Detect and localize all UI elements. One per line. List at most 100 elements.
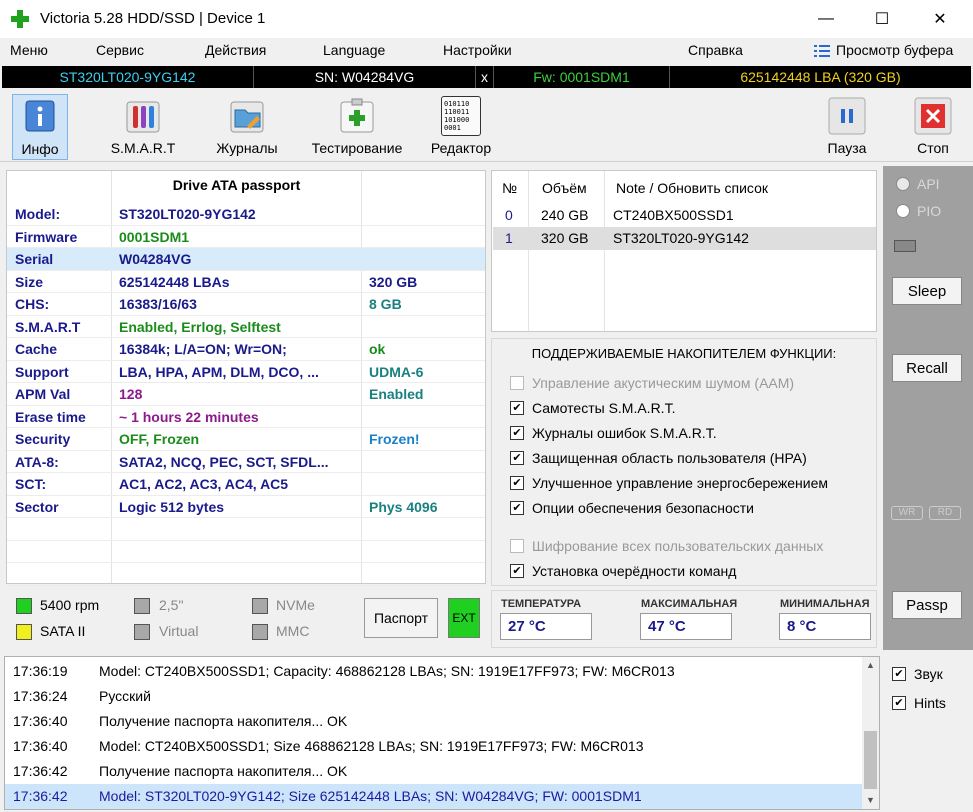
feature-item[interactable]: ✔ Журналы ошибок S.M.A.R.T. <box>510 425 717 441</box>
log-row[interactable]: 17:36:19 Model: CT240BX500SSD1; Capacity:… <box>5 659 863 684</box>
passport-row: Support LBA, HPA, APM, DLM, DCO, ... UDMA-… <box>7 361 485 383</box>
passport-row: APM Val 128 Enabled <box>7 383 485 406</box>
feature-item[interactable]: ✔ Защищенная область пользователя (HPA) <box>510 450 807 466</box>
col-divider <box>604 171 605 331</box>
passport-key: Model: <box>15 206 61 222</box>
menu-buffer-view[interactable]: Просмотр буфера <box>836 42 953 58</box>
drive-row[interactable]: 0 240 GB CT240BX500SSD1 <box>493 204 876 227</box>
editor-button[interactable]: 010110 110011 101000 0001 Редактор <box>418 94 504 160</box>
window-title: Victoria 5.28 HDD/SSD | Device 1 <box>40 10 266 27</box>
feature-label: Шифрование всех пользовательских данных <box>532 538 824 554</box>
sound-option[interactable]: ✔ Звук <box>892 666 943 682</box>
right-control-panel: API PIO Sleep Recall WR RD Passp <box>883 166 973 650</box>
rd-indicator: RD <box>929 506 961 520</box>
minimize-button[interactable]: — <box>800 0 852 38</box>
drive-note: CT240BX500SSD1 <box>613 207 734 223</box>
feature-item[interactable]: ✔ Установка очерёдности команд <box>510 563 736 579</box>
strip-serial: SN: W04284VG <box>254 66 476 88</box>
feature-label: Улучшенное управление энергосбережением <box>532 475 829 491</box>
feature-checkbox[interactable]: ✔ <box>510 564 524 578</box>
log-time: 17:36:24 <box>13 688 68 704</box>
feature-label: Защищенная область пользователя (HPA) <box>532 450 807 466</box>
event-log[interactable]: 17:36:19 Model: CT240BX500SSD1; Capacity:… <box>4 656 880 810</box>
hints-option[interactable]: ✔ Hints <box>892 695 946 711</box>
passport-key: Firmware <box>15 228 78 245</box>
maximize-button[interactable]: ☐ <box>856 0 908 38</box>
log-message: Model: ST320LT020-9YG142; Size 625142448… <box>99 788 642 804</box>
smart-label: S.M.A.R.T <box>110 140 176 156</box>
logs-button[interactable]: Журналы <box>204 94 290 160</box>
stop-button[interactable]: Стоп <box>890 94 973 160</box>
passport-value: 0001SDM1 <box>119 228 190 245</box>
passport-key: ATA-8: <box>15 453 59 470</box>
pause-button[interactable]: Пауза <box>804 94 890 160</box>
menu-actions[interactable]: Действия <box>205 42 266 58</box>
testing-button[interactable]: Тестирование <box>306 94 408 160</box>
editor-label: Редактор <box>430 140 492 156</box>
menu-help[interactable]: Справка <box>688 42 743 58</box>
info-label: Инфо <box>21 141 59 157</box>
feature-checkbox[interactable]: ✔ <box>510 451 524 465</box>
status-panel: 5400 rpm SATA II 2,5" Virtual NVMe MMC П… <box>6 588 486 648</box>
feature-item[interactable]: Управление акустическим шумом (AAM) <box>510 375 794 391</box>
menu-main[interactable]: Меню <box>10 42 48 58</box>
menu-settings[interactable]: Настройки <box>443 42 512 58</box>
menu-service[interactable]: Сервис <box>96 42 144 58</box>
feature-checkbox[interactable]: ✔ <box>510 401 524 415</box>
feature-checkbox[interactable]: ✔ <box>510 501 524 515</box>
strip-close-x[interactable]: x <box>476 66 494 88</box>
passport-button[interactable]: Паспорт <box>364 598 438 638</box>
passport-row: Size 625142448 LBAs 320 GB <box>7 271 485 293</box>
passp-button[interactable]: Passp <box>892 591 962 619</box>
log-row[interactable]: 17:36:42 Получение паспорта накопителя...… <box>5 759 863 784</box>
passport-row: Firmware 0001SDM1 <box>7 226 485 248</box>
sound-label: Звук <box>914 666 943 682</box>
formfactor-label: 2,5" <box>159 597 184 613</box>
log-row[interactable]: 17:36:24 Русский <box>5 684 863 709</box>
api-radio[interactable] <box>896 177 910 191</box>
drive-row-selected[interactable]: 1 320 GB ST320LT020-9YG142 <box>493 227 876 250</box>
col-note[interactable]: Note / Обновить список <box>616 180 768 196</box>
info-button[interactable]: Инфо <box>12 94 68 160</box>
rpm-label: 5400 rpm <box>40 597 100 613</box>
scroll-thumb[interactable] <box>864 731 877 789</box>
scroll-down-arrow-icon[interactable]: ▼ <box>862 792 879 809</box>
temperature-panel: ТЕМПЕРАТУРА 27 °C МАКСИМАЛЬНАЯ 47 °C МИН… <box>491 590 877 648</box>
feature-item[interactable]: ✔ Улучшенное управление энергосбережением <box>510 475 828 491</box>
info-icon <box>25 100 55 132</box>
passport-row: Sector Logic 512 bytes Phys 4096 <box>7 496 485 518</box>
pio-radio[interactable] <box>896 204 910 218</box>
ext-button[interactable]: EXT <box>448 598 480 638</box>
feature-item[interactable]: Шифрование всех пользовательских данных <box>510 538 823 554</box>
feature-checkbox[interactable]: ✔ <box>510 426 524 440</box>
recall-button[interactable]: Recall <box>892 354 962 382</box>
passport-key: Sector <box>15 498 59 515</box>
temp-min-value: 8 °C <box>779 613 871 640</box>
feature-checkbox[interactable]: ✔ <box>510 476 524 490</box>
feature-checkbox[interactable] <box>510 376 524 390</box>
log-row[interactable]: 17:36:40 Получение паспорта накопителя...… <box>5 709 863 734</box>
close-window-button[interactable]: ✕ <box>914 0 966 38</box>
feature-item[interactable]: ✔ Опции обеспечения безопасности <box>510 500 754 516</box>
menu-language[interactable]: Language <box>323 42 385 58</box>
passport-row: Serial W04284VG <box>7 248 485 271</box>
mmc-led <box>252 624 268 640</box>
log-message: Получение паспорта накопителя... OK <box>99 763 348 779</box>
scroll-up-arrow-icon[interactable]: ▲ <box>862 657 879 674</box>
sleep-button[interactable]: Sleep <box>892 277 962 305</box>
sound-checkbox[interactable]: ✔ <box>892 667 906 681</box>
log-scrollbar[interactable]: ▲ ▼ <box>862 657 879 809</box>
feature-checkbox[interactable] <box>510 539 524 553</box>
victoria-window: Victoria 5.28 HDD/SSD | Device 1 — ☐ ✕ М… <box>0 0 973 812</box>
app-cross-icon <box>11 10 29 28</box>
passport-value: SATA2, NCQ, PEC, SCT, SFDL... <box>119 453 329 470</box>
log-row[interactable]: 17:36:40 Model: CT240BX500SSD1; Size 4688… <box>5 734 863 759</box>
log-row[interactable]: 17:36:42 Model: ST320LT020-9YG142; Size 6… <box>5 784 863 809</box>
smart-button[interactable]: S.M.A.R.T <box>100 94 186 160</box>
feature-item[interactable]: ✔ Самотесты S.M.A.R.T. <box>510 400 675 416</box>
temp-max-value: 47 °C <box>640 613 732 640</box>
passport-value: 128 <box>119 386 143 402</box>
hints-checkbox[interactable]: ✔ <box>892 696 906 710</box>
api-label: API <box>917 176 940 192</box>
log-message: Model: CT240BX500SSD1; Size 468862128 LB… <box>99 738 644 754</box>
